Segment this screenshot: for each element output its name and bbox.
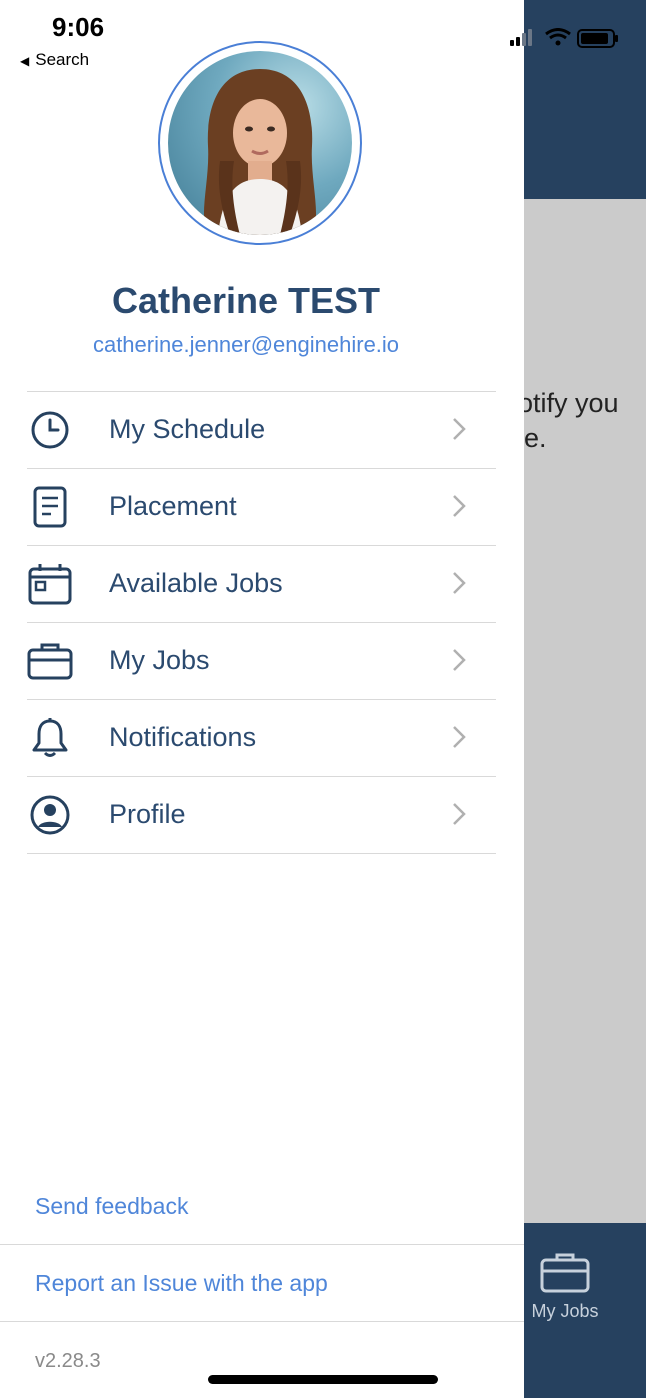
footer-divider [0,1244,524,1245]
back-link-label: Search [35,50,90,69]
app-version: v2.28.3 [35,1350,101,1372]
user-circle-icon [27,793,73,837]
tab-my-jobs[interactable]: My Jobs [524,1251,606,1322]
briefcase-icon [27,639,73,683]
chevron-right-icon [451,724,467,755]
clock-icon [27,408,73,452]
back-to-search-link[interactable]: ◀ Search [20,50,89,70]
menu-item-my-schedule[interactable]: My Schedule [27,392,496,469]
document-icon [27,485,73,529]
avatar-photo [168,51,352,235]
signal-icon [510,29,532,46]
chevron-right-icon [451,416,467,447]
menu-item-label: Notifications [109,722,257,752]
status-icons [508,28,620,55]
footer-divider [0,1321,524,1322]
menu-item-label: Profile [109,799,186,829]
menu-item-label: Placement [109,491,237,521]
avatar[interactable] [158,41,362,245]
menu-item-placement[interactable]: Placement [27,469,496,546]
bell-icon [27,716,73,760]
navigation-drawer: 9:06 ◀ Search Catherine TEST catherine.j… [0,0,524,1398]
tab-my-jobs-label: My Jobs [531,1301,599,1321]
chevron-right-icon [451,493,467,524]
home-indicator[interactable] [208,1375,438,1384]
menu-item-my-jobs[interactable]: My Jobs [27,623,496,700]
background-message: otify you le. [524,386,646,456]
chevron-right-icon [451,570,467,601]
send-feedback-link[interactable]: Send feedback [35,1193,188,1220]
calendar-icon [27,562,73,606]
status-time: 9:06 [52,12,105,42]
back-arrow-icon: ◀ [20,54,30,68]
briefcase-icon [540,1253,590,1293]
chevron-right-icon [451,801,467,832]
user-name: Catherine TEST [111,280,381,321]
menu-item-available-jobs[interactable]: Available Jobs [27,546,496,623]
background-message-line1: otify you [524,388,619,418]
drawer-menu: My Schedule Placement Available Jobs My … [27,391,496,854]
battery-icon [577,29,618,48]
chevron-right-icon [451,647,467,678]
user-email: catherine.jenner@enginehire.io [92,332,400,357]
menu-item-label: My Schedule [109,414,266,444]
report-issue-link[interactable]: Report an Issue with the app [35,1270,328,1297]
menu-item-profile[interactable]: Profile [27,777,496,854]
wifi-icon [545,28,571,46]
background-message-line2: le. [524,423,547,453]
menu-item-label: Available Jobs [109,568,283,598]
menu-item-notifications[interactable]: Notifications [27,700,496,777]
background-app: otify you le. My Jobs [524,0,646,1398]
background-tab-bar: My Jobs [524,1223,646,1398]
menu-item-label: My Jobs [109,645,210,675]
